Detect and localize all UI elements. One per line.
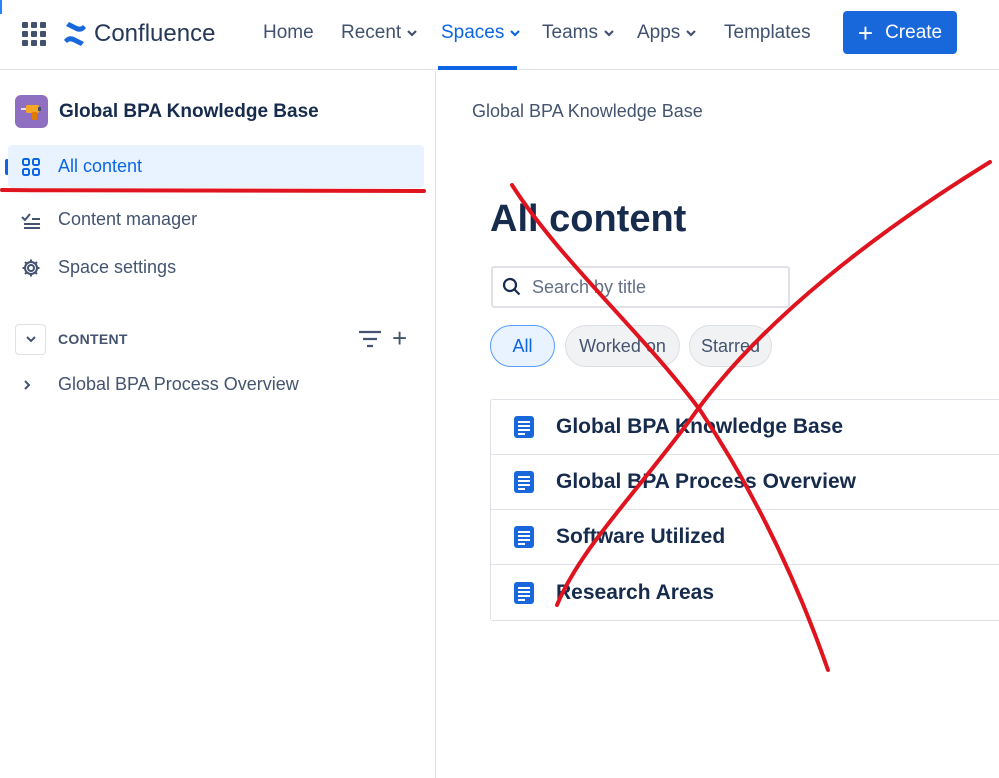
list-item-title: Research Areas	[556, 580, 714, 604]
list-item[interactable]: Software Utilized	[491, 510, 999, 565]
document-icon	[514, 526, 534, 548]
document-icon	[514, 471, 534, 493]
nav-apps-label: Apps	[637, 22, 681, 43]
list-item[interactable]: Global BPA Process Overview	[491, 455, 999, 510]
create-button-label: Create	[885, 21, 943, 43]
document-icon	[514, 416, 534, 438]
nav-spaces-label: Spaces	[441, 22, 505, 43]
list-item[interactable]: Research Areas	[491, 565, 999, 620]
nav-recent-label: Recent	[341, 22, 402, 43]
filter-chip-all[interactable]: All	[490, 325, 555, 367]
chevron-down-icon	[25, 336, 36, 343]
search-input[interactable]	[532, 276, 772, 298]
nav-recent[interactable]: Recent	[341, 22, 418, 44]
tree-item-label: Global BPA Process Overview	[58, 374, 299, 394]
search-field[interactable]	[491, 266, 790, 308]
sidebar-item-label: Space settings	[58, 257, 177, 277]
page-title: All content	[490, 198, 687, 240]
nav-teams[interactable]: Teams	[542, 22, 615, 44]
confluence-logo[interactable]: Confluence	[62, 18, 215, 50]
list-item[interactable]: Global BPA Knowledge Base	[491, 400, 999, 455]
sidebar-item-space-settings[interactable]: Space settings	[8, 246, 424, 289]
create-button[interactable]: + Create	[843, 11, 957, 54]
filter-chip-worked-on[interactable]: Worked on	[565, 325, 680, 367]
chevron-right-icon[interactable]	[22, 379, 36, 391]
filter-chip-label: Worked on	[579, 335, 666, 356]
sidebar-item-label: Content manager	[58, 209, 198, 229]
list-item-title: Global BPA Process Overview	[556, 470, 856, 493]
nav-home-label: Home	[263, 22, 314, 43]
space-avatar	[15, 95, 48, 128]
chevron-down-icon	[407, 30, 417, 37]
search-icon	[502, 277, 521, 296]
add-icon[interactable]: +	[392, 325, 407, 351]
nav-home[interactable]: Home	[263, 22, 314, 44]
nav-templates[interactable]: Templates	[724, 22, 811, 44]
gear-icon	[20, 257, 42, 279]
space-header[interactable]: Global BPA Knowledge Base	[15, 95, 319, 128]
list-item-title: Software Utilized	[556, 525, 726, 548]
app-switcher-icon[interactable]	[22, 22, 46, 46]
sidebar-item-content-manager[interactable]: Content manager	[8, 198, 424, 241]
chevron-down-icon	[604, 30, 614, 37]
content-section-label: CONTENT	[58, 331, 128, 347]
collapse-content-button[interactable]	[15, 323, 46, 355]
filter-icon[interactable]	[358, 329, 382, 349]
sidebar-item-label: All content	[58, 156, 143, 176]
nav-teams-label: Teams	[542, 22, 598, 43]
logo-text: Confluence	[94, 20, 216, 47]
nav-spaces[interactable]: Spaces	[441, 22, 521, 44]
space-name: Global BPA Knowledge Base	[59, 100, 319, 122]
breadcrumb[interactable]: Global BPA Knowledge Base	[472, 101, 703, 122]
tree-item[interactable]: Global BPA Process Overview	[22, 374, 299, 395]
active-nav-indicator	[438, 66, 517, 70]
confluence-logo-icon	[64, 22, 86, 46]
space-sidebar: Global BPA Knowledge Base All content Co…	[0, 71, 436, 778]
checklist-icon	[20, 209, 42, 231]
content-list: Global BPA Knowledge Base Global BPA Pro…	[490, 399, 999, 621]
sidebar-item-all-content[interactable]: All content	[8, 145, 424, 188]
plus-icon: +	[857, 17, 874, 48]
chevron-down-icon	[510, 30, 521, 37]
document-icon	[514, 581, 534, 604]
top-navigation: Confluence Home Recent Spaces Teams Apps…	[0, 0, 999, 70]
chevron-down-icon	[686, 30, 697, 37]
list-item-title: Global BPA Knowledge Base	[556, 415, 844, 438]
content-section-header: CONTENT +	[15, 323, 415, 355]
grid-icon	[20, 156, 42, 178]
filter-chip-starred[interactable]: Starred	[689, 325, 772, 367]
filter-chip-label: Starred	[700, 335, 761, 356]
drill-icon	[20, 104, 41, 120]
nav-templates-label: Templates	[724, 22, 811, 43]
nav-apps[interactable]: Apps	[637, 22, 697, 44]
window-edge-mark	[0, 0, 2, 14]
filter-chip-label: All	[512, 335, 533, 356]
